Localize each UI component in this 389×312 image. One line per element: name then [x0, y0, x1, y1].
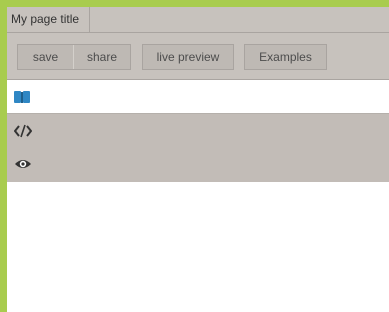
save-button-label: save — [32, 50, 59, 64]
book-icon[interactable] — [14, 89, 30, 105]
save-share-button-group: save share — [17, 44, 131, 70]
title-bar: My page title — [7, 7, 389, 33]
save-button[interactable]: save — [18, 45, 74, 69]
page-title: My page title — [11, 12, 80, 26]
panel-row-preview[interactable] — [7, 148, 389, 182]
live-preview-button-label: live preview — [156, 50, 220, 64]
code-icon[interactable] — [14, 124, 32, 140]
live-preview-button[interactable]: live preview — [142, 44, 234, 70]
app-window: My page title save share live preview Ex… — [7, 7, 389, 312]
examples-button[interactable]: Examples — [244, 44, 327, 70]
share-button-label: share — [86, 50, 118, 64]
page-title-tab[interactable]: My page title — [7, 7, 90, 32]
examples-button-label: Examples — [259, 50, 312, 64]
panel-row-book[interactable] — [7, 80, 389, 114]
share-button[interactable]: share — [74, 45, 130, 69]
panel-row-code[interactable] — [7, 114, 389, 148]
toolbar: save share live preview Examples — [7, 33, 389, 80]
eye-icon[interactable] — [14, 157, 31, 173]
